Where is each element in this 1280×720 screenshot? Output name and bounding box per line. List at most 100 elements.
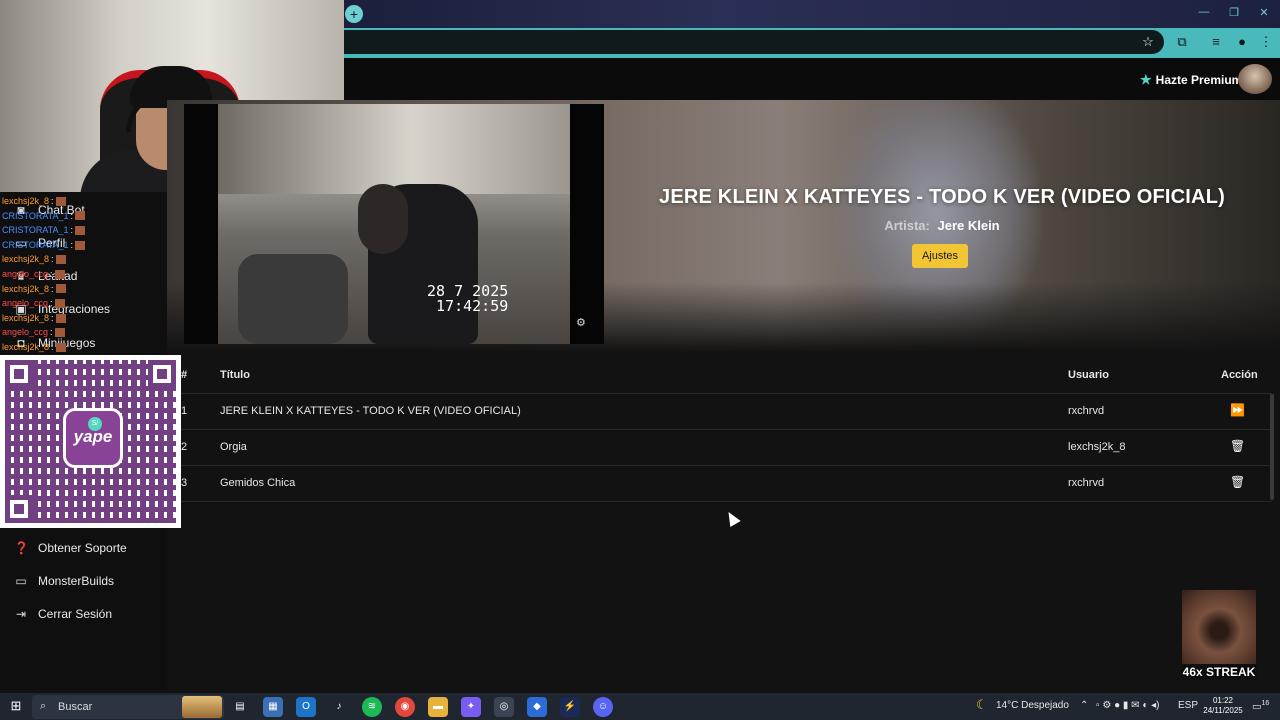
streak-label: 46x STREAK xyxy=(1182,665,1256,679)
app-icon[interactable]: ◆ xyxy=(527,697,547,717)
sidebar-item-support[interactable]: ❓ Obtener Soporte xyxy=(14,541,127,555)
premium-label: Hazte Premium xyxy=(1155,73,1243,87)
premium-link[interactable]: ★ Hazte Premium xyxy=(1140,72,1242,88)
trash-icon[interactable]: 🗑 xyxy=(1230,439,1245,455)
chat-overlay: lexchsj2k_8: CRISTORATA_1: CRISTORATA_1:… xyxy=(2,194,166,355)
copilot-icon[interactable]: ✦ xyxy=(461,697,481,717)
table-header: # Título Usuario Acción xyxy=(167,358,1272,394)
tiktok-icon[interactable]: ♪ xyxy=(329,697,349,717)
table-row: 1 JERE KLEIN X KATTEYES - TODO K VER (VI… xyxy=(167,394,1272,430)
laptop-icon: ▭ xyxy=(15,574,27,588)
close-icon[interactable]: ✕ xyxy=(1250,6,1278,22)
language-indicator[interactable]: ESP xyxy=(1178,700,1198,711)
row-num: 2 xyxy=(181,441,188,453)
header-title: Título xyxy=(220,369,250,381)
browser-tabstrip xyxy=(344,0,1280,28)
header-action: Acción xyxy=(1221,369,1258,381)
store-icon[interactable]: ▦ xyxy=(263,697,283,717)
header-num: # xyxy=(181,369,188,381)
table-scrollbar[interactable] xyxy=(1270,394,1274,500)
table-row: 3 Gemidos Chica rxchrvd 🗑 xyxy=(167,466,1272,502)
notification-icon[interactable]: ▭16 xyxy=(1252,700,1269,712)
obs-icon[interactable]: ◎ xyxy=(494,697,514,717)
song-title: JERE KLEIN X KATTEYES - TODO K VER (VIDE… xyxy=(659,186,1225,208)
chat-line: CRISTORATA_1: xyxy=(2,238,166,253)
qr-pattern: S/ yape xyxy=(5,360,176,523)
table-row: 2 Orgia lexchsj2k_8 🗑 xyxy=(167,430,1272,466)
trash-icon[interactable]: 🗑 xyxy=(1230,475,1245,491)
video-settings-icon[interactable]: ⚙ xyxy=(576,316,590,330)
row-user: rxchrvd xyxy=(1068,477,1105,489)
menu-icon[interactable]: ⋮ xyxy=(1258,34,1274,50)
outlook-icon[interactable]: O xyxy=(296,697,316,717)
profile-icon[interactable]: ● xyxy=(1234,34,1250,50)
artist-label: Artista: xyxy=(884,218,930,233)
row-user: lexchsj2k_8 xyxy=(1068,441,1126,453)
streak-emote xyxy=(1182,590,1256,664)
spotify-icon[interactable]: ≋ xyxy=(362,697,382,717)
weather-text[interactable]: 14°C Despejado xyxy=(996,700,1069,711)
search-icon: ⌕ xyxy=(40,700,47,712)
sidebar-item-label: Obtener Soporte xyxy=(38,541,127,555)
chat-line: angelo_ccg: xyxy=(2,267,166,282)
artist-name: Jere Klein xyxy=(937,218,1000,233)
task-view-icon[interactable]: ▤ xyxy=(230,697,250,717)
row-title: Gemidos Chica xyxy=(220,477,296,489)
sidebar-item-monsterbuilds[interactable]: ▭ MonsterBuilds xyxy=(14,574,114,588)
yape-logo: S/ yape xyxy=(63,408,123,468)
chat-line: lexchsj2k_8: xyxy=(2,340,166,355)
row-title: Orgia xyxy=(220,441,247,453)
queue-table: # Título Usuario Acción 1 JERE KLEIN X K… xyxy=(167,358,1272,502)
star-icon[interactable]: ☆ xyxy=(1140,34,1156,50)
row-num: 1 xyxy=(181,405,188,417)
row-title: JERE KLEIN X KATTEYES - TODO K VER (VIDE… xyxy=(220,405,521,417)
settings-button[interactable]: Ajustes xyxy=(912,244,968,268)
qr-finder xyxy=(5,495,33,523)
tray-app-icons[interactable]: ▫ ⚙ ● ▮ ✉ ◐ ◂) xyxy=(1096,700,1160,711)
chat-line: CRISTORATA_1: xyxy=(2,209,166,224)
editor-icon[interactable]: ⚡ xyxy=(560,697,580,717)
chrome-icon[interactable]: ◉ xyxy=(395,697,415,717)
star-icon: ★ xyxy=(1140,72,1152,87)
search-highlight-image xyxy=(182,696,222,718)
discord-icon[interactable]: ☺ xyxy=(593,697,613,717)
chat-line: angelo_ccg: xyxy=(2,296,166,311)
qr-finder xyxy=(148,360,176,388)
logout-icon: ⇥ xyxy=(15,607,27,621)
extensions-icon[interactable]: ⧉ xyxy=(1174,34,1190,50)
url-input[interactable] xyxy=(344,30,1164,54)
video-timestamp: 28 7 2025 17:42:59 xyxy=(427,282,509,315)
header-user: Usuario xyxy=(1068,369,1109,381)
artist-row: Artista: Jere Klein xyxy=(604,218,1280,233)
chat-line: CRISTORATA_1: xyxy=(2,223,166,238)
search-placeholder: Buscar xyxy=(58,701,93,713)
chat-line: lexchsj2k_8: xyxy=(2,252,166,267)
minimize-icon[interactable]: — xyxy=(1190,6,1218,22)
mouse-cursor xyxy=(723,508,741,528)
chat-line: lexchsj2k_8: xyxy=(2,194,166,209)
maximize-icon[interactable]: ❐ xyxy=(1220,6,1248,22)
coin-icon: S/ xyxy=(88,417,102,431)
qr-finder xyxy=(5,360,33,388)
windows-start-icon[interactable]: ⊞ xyxy=(8,698,24,714)
file-explorer-icon[interactable]: ▬ xyxy=(428,697,448,717)
row-num: 3 xyxy=(181,477,188,489)
moon-icon: ☾ xyxy=(976,697,988,712)
skip-forward-icon[interactable]: ⏩ xyxy=(1230,403,1245,419)
help-icon: ❓ xyxy=(14,541,29,555)
row-user: rxchrvd xyxy=(1068,405,1105,417)
clock[interactable]: 01:22 24/11/2025 xyxy=(1198,696,1248,716)
media-icon[interactable]: ≡ xyxy=(1208,34,1224,50)
sidebar-item-logout[interactable]: ⇥ Cerrar Sesión xyxy=(14,607,112,621)
video-player[interactable] xyxy=(184,104,604,344)
chat-line: angelo_ccg: xyxy=(2,325,166,340)
sidebar-item-label: MonsterBuilds xyxy=(38,574,115,588)
chat-line: lexchsj2k_8: xyxy=(2,282,166,297)
yape-qr-code: S/ yape xyxy=(0,355,181,528)
new-tab-plus-icon[interactable]: + xyxy=(345,5,363,23)
video-frame xyxy=(218,104,570,344)
tray-chevron-icon[interactable]: ⌃ xyxy=(1080,700,1088,711)
sidebar-item-label: Cerrar Sesión xyxy=(38,607,113,621)
user-avatar[interactable] xyxy=(1238,64,1272,94)
chat-line: lexchsj2k_8: xyxy=(2,311,166,326)
